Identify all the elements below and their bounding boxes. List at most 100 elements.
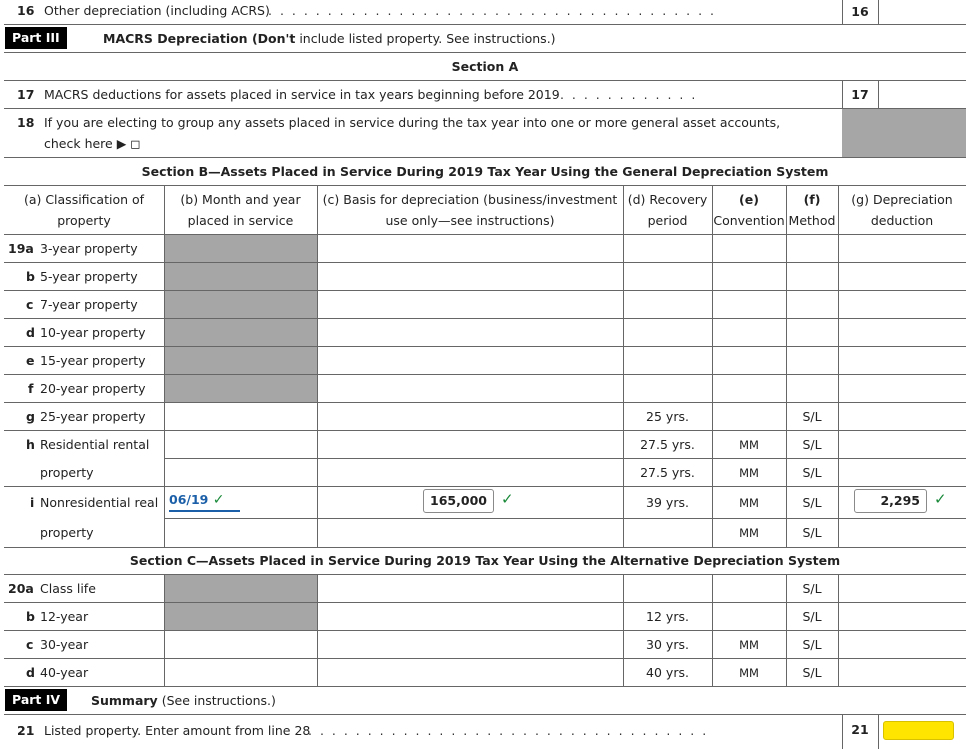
- leader-dots: . . . . . . . . . . . . . . . . . . . . …: [268, 3, 720, 18]
- col-f-header: (f) Method: [786, 189, 838, 231]
- col-b-header-line1: (b) Month and year: [180, 192, 301, 207]
- row-19b-number: b: [26, 269, 35, 284]
- row-19h2-period: 27.5 yrs.: [640, 465, 695, 480]
- row-19h-method: S/L: [802, 437, 822, 452]
- line-17-box-label: 17: [851, 87, 869, 102]
- row-19b-label: 5-year property: [40, 269, 138, 284]
- col-a-header-line1: (a) Classification of: [23, 192, 145, 207]
- row-20d-convention: MM: [739, 666, 759, 680]
- line-18-checkbox-label[interactable]: check here ▶ ◻: [44, 136, 141, 151]
- row-19i2-convention: MM: [739, 526, 759, 540]
- row-20d-method: S/L: [802, 665, 822, 680]
- part-iii-label: Part III: [5, 27, 67, 49]
- row-19i-method: S/L: [802, 495, 822, 510]
- row-19i-convention: MM: [739, 496, 759, 510]
- row-20a-number: 20a: [8, 581, 34, 596]
- row-19g-number: g: [26, 409, 35, 424]
- row-20c-number: c: [26, 637, 34, 652]
- line-21-text: Listed property. Enter amount from line …: [44, 723, 311, 738]
- line-17-number: 17: [17, 87, 35, 102]
- part-iv-label: Part IV: [5, 689, 68, 711]
- row-19i-label: Nonresidential real: [40, 495, 159, 510]
- checkmark-icon: ✓: [501, 490, 514, 508]
- row-19i-basis-input[interactable]: 165,000: [423, 489, 494, 513]
- part-iv-title: Summary (See instructions.): [91, 693, 276, 708]
- row-19h2-convention: MM: [739, 466, 759, 480]
- row-19i2-label: property: [40, 525, 94, 540]
- col-a-header-line2: property: [57, 213, 111, 228]
- row-19h2-method: S/L: [802, 465, 822, 480]
- col-e-header-line1: (e): [739, 192, 759, 207]
- row-19d-number: d: [26, 325, 35, 340]
- col-g-header-line1: (g) Depreciation: [851, 192, 953, 207]
- part-iii-title-rest: include listed property. See instruction…: [299, 31, 556, 46]
- col-b-header: (b) Month and year placed in service: [164, 189, 317, 231]
- line-21-amount-input[interactable]: [883, 721, 954, 740]
- part-iv-title-bold: Summary: [91, 693, 158, 708]
- line-16-text: Other depreciation (including ACRS): [44, 3, 270, 18]
- col-g-header-line2: deduction: [870, 213, 934, 228]
- row-20c-period: 30 yrs.: [646, 637, 689, 652]
- part-iv-title-rest: (See instructions.): [161, 693, 276, 708]
- row-20b-label: 12-year: [40, 609, 89, 624]
- line-16-number: 16: [17, 3, 35, 18]
- leader-dots: . . . . . . . . . . . . . . . . . . . . …: [308, 723, 708, 738]
- col-f-header-line1: (f): [803, 192, 821, 207]
- line-18-number: 18: [17, 115, 35, 130]
- line-18-text: If you are electing to group any assets …: [44, 115, 781, 130]
- col-a-header: (a) Classification of property: [4, 189, 164, 231]
- col-c-header-line2: use only—see instructions): [385, 213, 555, 228]
- line-18-shaded-box: [842, 109, 966, 157]
- row-20a-label: Class life: [40, 581, 96, 596]
- row-20b-number: b: [26, 609, 35, 624]
- row-19e-label: 15-year property: [40, 353, 146, 368]
- row-19i-date-value: 06/19: [169, 492, 209, 507]
- line-16-box-label: 16: [851, 4, 869, 19]
- line-17-text: MACRS deductions for assets placed in se…: [44, 87, 560, 102]
- line-21-number: 21: [17, 723, 35, 738]
- row-20c-convention: MM: [739, 638, 759, 652]
- row-19h-period: 27.5 yrs.: [640, 437, 695, 452]
- row-19g-method: S/L: [802, 409, 822, 424]
- row-19e-number: e: [26, 353, 35, 368]
- col-b-header-line2: placed in service: [187, 213, 294, 228]
- row-20d-number: d: [26, 665, 35, 680]
- col-c-header: (c) Basis for depreciation (business/inv…: [317, 189, 623, 231]
- section-b-title: Section B—Assets Placed in Service Durin…: [141, 164, 829, 179]
- row-20c-method: S/L: [802, 637, 822, 652]
- row-19a-label: 3-year property: [40, 241, 138, 256]
- row-20d-label: 40-year: [40, 665, 89, 680]
- col-e-header-line2: Convention: [713, 213, 785, 228]
- section-c-title: Section C—Assets Placed in Service Durin…: [129, 553, 841, 568]
- row-19f-label: 20-year property: [40, 381, 146, 396]
- row-20d-period: 40 yrs.: [646, 665, 689, 680]
- checkmark-icon: ✓: [212, 492, 225, 508]
- row-20c-label: 30-year: [40, 637, 89, 652]
- col-c-header-line1: (c) Basis for depreciation (business/inv…: [322, 192, 618, 207]
- row-20b-period: 12 yrs.: [646, 609, 689, 624]
- checkmark-icon: ✓: [934, 490, 947, 508]
- row-19f-number: f: [28, 381, 34, 396]
- row-19h2-label: property: [40, 465, 94, 480]
- row-19i-deduction-input[interactable]: 2,295: [854, 489, 927, 513]
- col-e-header: (e) Convention: [712, 189, 786, 231]
- col-d-header: (d) Recovery period: [623, 189, 712, 231]
- row-19d-label: 10-year property: [40, 325, 146, 340]
- row-19i-number: i: [30, 495, 35, 510]
- col-d-header-line2: period: [647, 213, 688, 228]
- row-20b-method: S/L: [802, 609, 822, 624]
- col-f-header-line2: Method: [788, 213, 836, 228]
- part-iii-title: MACRS Depreciation (Don't include listed…: [103, 31, 556, 46]
- row-19h-label: Residential rental: [40, 437, 150, 452]
- row-19g-label: 25-year property: [40, 409, 146, 424]
- line-21-box-label: 21: [851, 722, 869, 737]
- row-20a-method: S/L: [802, 581, 822, 596]
- row-19i-date-field[interactable]: 06/19 ✓: [169, 492, 240, 512]
- row-19h-number: h: [26, 437, 35, 452]
- part-iii-title-bold: MACRS Depreciation (Don't: [103, 31, 296, 46]
- row-19h-convention: MM: [739, 438, 759, 452]
- leader-dots: . . . . . . . . . . . . . . . . . . . . …: [548, 87, 700, 102]
- row-19c-number: c: [26, 297, 34, 312]
- col-d-header-line1: (d) Recovery: [627, 192, 708, 207]
- section-a-title: Section A: [451, 59, 519, 74]
